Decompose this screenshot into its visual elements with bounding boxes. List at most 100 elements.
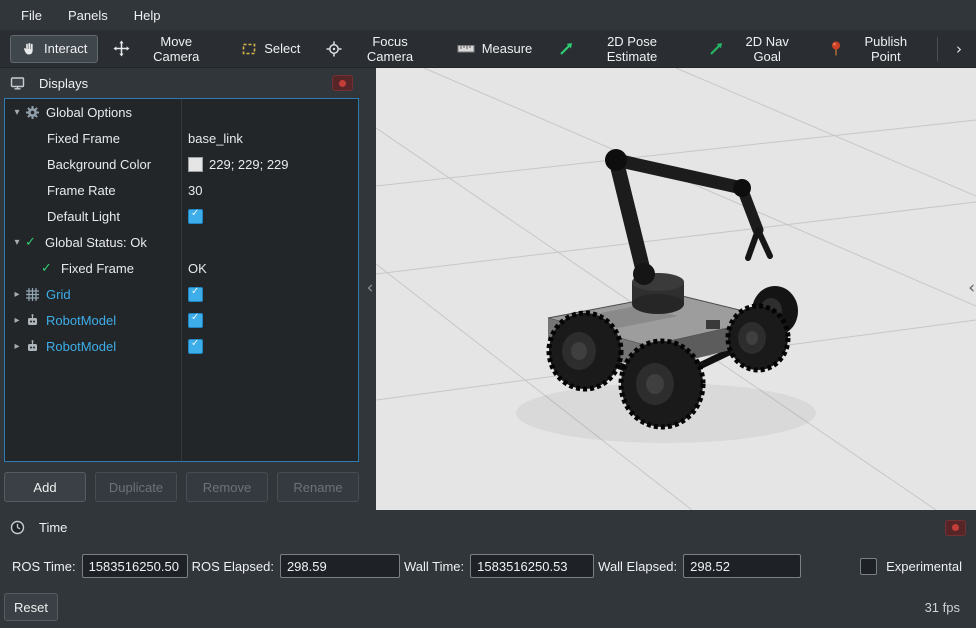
tool-label: Interact	[44, 41, 87, 56]
tree-row-background-color[interactable]: Background Color 229; 229; 229	[5, 151, 358, 177]
row-value: OK	[188, 261, 207, 276]
tree-cell-label: ▸ Grid	[5, 281, 181, 307]
row-value[interactable]: 229; 229; 229	[209, 157, 289, 172]
tree-row-frame-rate[interactable]: Frame Rate 30	[5, 177, 358, 203]
time-panel-header[interactable]: Time	[0, 514, 976, 541]
tool-interact[interactable]: Interact	[10, 35, 98, 63]
tree-cell-value[interactable]: 229; 229; 229	[181, 151, 358, 177]
row-label: Background Color	[47, 157, 151, 172]
wheel	[728, 306, 788, 370]
tree-row-global-options[interactable]: ▾ Global Options	[5, 99, 358, 125]
row-value[interactable]: base_link	[188, 131, 243, 146]
nav-goal-arrow-icon	[708, 40, 725, 57]
3d-viewport[interactable]: ‹	[376, 68, 976, 510]
tool-select[interactable]: Select	[230, 35, 311, 63]
row-label: Grid	[46, 287, 71, 302]
wall-elapsed-input[interactable]	[683, 554, 801, 578]
reset-button[interactable]: Reset	[4, 593, 58, 621]
row-label: Global Status: Ok	[45, 235, 147, 250]
row-label: RobotModel	[46, 313, 116, 328]
tool-label: 2D Nav Goal	[732, 34, 803, 64]
tool-2d-pose-estimate[interactable]: 2D Pose Estimate	[547, 35, 692, 63]
tree-cell-value[interactable]: base_link	[181, 125, 358, 151]
tree-cell-label: Fixed Frame	[5, 125, 181, 151]
displays-close-button[interactable]	[332, 75, 353, 91]
displays-tree[interactable]: ▾ Global Options Fixed Frame base_link	[4, 98, 359, 462]
row-label: Fixed Frame	[47, 131, 120, 146]
remove-display-button[interactable]: Remove	[186, 472, 268, 502]
robotmodel-enable-checkbox[interactable]	[188, 339, 203, 354]
displays-panel-header[interactable]: Displays	[0, 68, 363, 98]
duplicate-display-button[interactable]: Duplicate	[95, 472, 177, 502]
expander-icon[interactable]: ▸	[9, 289, 25, 300]
tool-move-camera[interactable]: Move Camera	[102, 35, 226, 63]
expander-icon[interactable]: ▸	[9, 341, 25, 352]
tree-row-fixed-frame[interactable]: Fixed Frame base_link	[5, 125, 358, 151]
tree-cell-value[interactable]	[181, 203, 358, 229]
row-label: Frame Rate	[47, 183, 116, 198]
expander-icon[interactable]: ▸	[9, 315, 25, 326]
tool-label: Publish Point	[850, 34, 922, 64]
wall-elapsed-label: Wall Elapsed:	[598, 559, 677, 574]
displays-icon	[10, 76, 27, 90]
tree-cell-label: ▸ RobotModel	[5, 333, 181, 359]
wall-time-input[interactable]	[470, 554, 594, 578]
color-swatch[interactable]	[188, 157, 203, 172]
ros-elapsed-input[interactable]	[280, 554, 400, 578]
tree-row-status-fixed-frame[interactable]: ✓ Fixed Frame OK	[5, 255, 358, 281]
experimental-checkbox[interactable]	[860, 558, 877, 575]
row-value[interactable]: 30	[188, 183, 202, 198]
left-panel-collapse-handle[interactable]: ‹	[364, 278, 376, 298]
tree-cell-value[interactable]	[181, 307, 358, 333]
wall-time-label: Wall Time:	[404, 559, 464, 574]
tree-row-default-light[interactable]: Default Light	[5, 203, 358, 229]
rename-display-button[interactable]: Rename	[277, 472, 359, 502]
close-dot-icon	[339, 80, 346, 87]
ros-time-input[interactable]	[82, 554, 188, 578]
row-label: Fixed Frame	[61, 261, 134, 276]
toolbar-separator	[937, 37, 938, 61]
measure-ruler-icon	[457, 41, 475, 56]
tree-row-robotmodel-1[interactable]: ▸ RobotModel	[5, 307, 358, 333]
tool-label: Measure	[482, 41, 533, 56]
tree-row-robotmodel-2[interactable]: ▸ RobotModel	[5, 333, 358, 359]
tree-cell-label: Default Light	[5, 203, 181, 229]
tool-label: Move Camera	[137, 34, 215, 64]
tree-row-global-status[interactable]: ▾ ✓ Global Status: Ok	[5, 229, 358, 255]
add-display-button[interactable]: Add	[4, 472, 86, 502]
robotmodel-enable-checkbox[interactable]	[188, 313, 203, 328]
tree-cell-value: OK	[181, 255, 358, 281]
default-light-checkbox[interactable]	[188, 209, 203, 224]
tool-2d-nav-goal[interactable]: 2D Nav Goal	[697, 35, 814, 63]
expander-icon[interactable]: ▾	[9, 107, 25, 118]
displays-panel: Displays ▾ Global Options Fixed Frame	[0, 68, 363, 510]
row-label: Global Options	[46, 105, 132, 120]
robot-model-icon	[25, 339, 42, 354]
viewport-canvas	[376, 68, 976, 510]
rviz-window: File Panels Help Interact Move Camera Se…	[0, 0, 976, 628]
menu-help[interactable]: Help	[123, 4, 172, 27]
tool-measure[interactable]: Measure	[446, 35, 544, 63]
tree-row-grid[interactable]: ▸ Grid	[5, 281, 358, 307]
tool-focus-camera[interactable]: Focus Camera	[315, 35, 441, 63]
tree-cell-value[interactable]	[181, 281, 358, 307]
ros-time-label: ROS Time:	[12, 559, 76, 574]
toolbar-overflow-button[interactable]: ›	[948, 38, 970, 60]
expander-icon[interactable]: ▾	[9, 237, 25, 248]
tool-label: Select	[264, 41, 300, 56]
grid-enable-checkbox[interactable]	[188, 287, 203, 302]
row-label: Default Light	[47, 209, 120, 224]
right-panel-collapse-handle[interactable]: ‹	[968, 278, 975, 298]
tree-cell-value	[181, 99, 358, 125]
menu-panels[interactable]: Panels	[57, 4, 119, 27]
robot-model-icon	[25, 313, 42, 328]
time-panel: Time ROS Time: ROS Elapsed: Wall Time: W…	[0, 514, 976, 628]
tree-cell-value[interactable]	[181, 333, 358, 359]
tree-cell-value[interactable]: 30	[181, 177, 358, 203]
toolbar: Interact Move Camera Select Focus Camera…	[0, 30, 976, 68]
time-close-button[interactable]	[945, 520, 966, 536]
time-fields-row: ROS Time: ROS Elapsed: Wall Time: Wall E…	[0, 551, 976, 581]
menu-file[interactable]: File	[10, 4, 53, 27]
panel-title: Displays	[39, 76, 88, 91]
tool-publish-point[interactable]: Publish Point	[818, 35, 933, 63]
